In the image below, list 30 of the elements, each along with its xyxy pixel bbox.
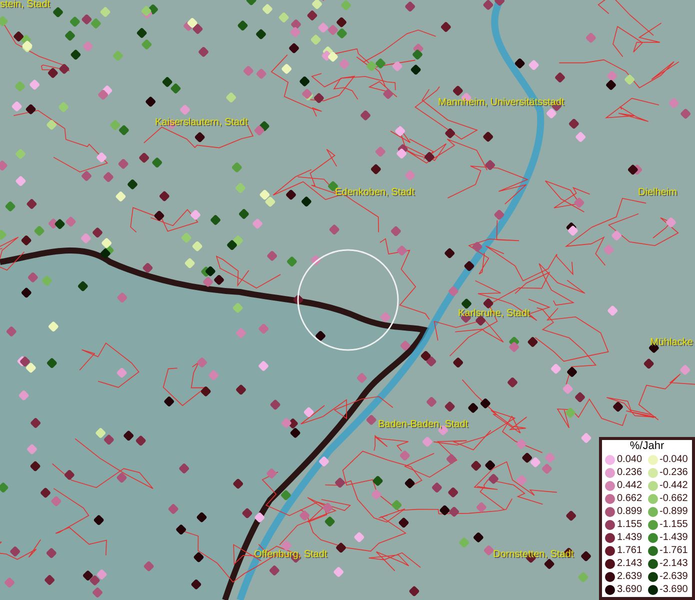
legend-label: -0.442: [660, 480, 688, 490]
place-label: Baden-Baden, Stadt: [378, 420, 468, 430]
place-label: Mühlacke: [650, 338, 693, 348]
legend-label: 0.236: [617, 468, 642, 478]
legend-label: -0.236: [660, 468, 688, 478]
legend-label: 2.143: [617, 558, 642, 568]
legend-label: 0.899: [617, 506, 642, 516]
place-label: Dielheim: [638, 188, 677, 198]
legend-label: 1.155: [617, 520, 642, 530]
legend-label: -0.662: [660, 494, 688, 504]
legend-label: -2.143: [660, 558, 688, 568]
legend-label: 0.662: [617, 494, 642, 504]
legend-label: 0.442: [617, 480, 642, 490]
legend-label: -0.899: [660, 506, 688, 516]
legend-label: -3.690: [660, 584, 688, 594]
place-label: stein, Stadt: [0, 0, 50, 10]
legend-label: -0.040: [660, 454, 688, 464]
place-label: Edenkoben, Stadt: [335, 188, 415, 198]
legend-label: 1.761: [617, 546, 642, 556]
legend-label: -1.761: [660, 546, 688, 556]
legend-label: 3.690: [617, 584, 642, 594]
legend-label: -2.639: [660, 572, 688, 582]
legend-title: %/Jahr: [628, 440, 666, 453]
legend-label: -1.439: [660, 532, 688, 542]
place-label: Kaiserslautern, Stadt: [155, 118, 248, 128]
legend-label: 1.439: [617, 532, 642, 542]
selection-circle[interactable]: [297, 249, 399, 351]
legend-label: -1.155: [660, 520, 688, 530]
legend-label: 0.040: [617, 454, 642, 464]
legend-label: 2.639: [617, 572, 642, 582]
